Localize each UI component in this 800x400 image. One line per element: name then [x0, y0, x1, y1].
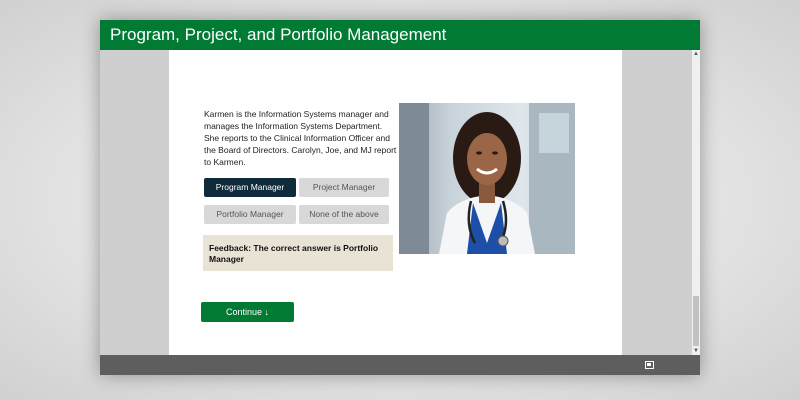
vertical-scrollbar[interactable]: ▲ ▼ — [692, 50, 700, 355]
scroll-thumb[interactable] — [693, 296, 699, 346]
option-project-manager[interactable]: Project Manager — [299, 178, 389, 197]
bottom-toolbar — [100, 355, 700, 375]
slide-panel: Karmen is the Information Systems manage… — [169, 50, 622, 355]
feedback-box: Feedback: The correct answer is Portfoli… — [203, 235, 393, 271]
option-program-manager[interactable]: Program Manager — [204, 178, 296, 197]
course-window: Program, Project, and Portfolio Manageme… — [100, 20, 700, 375]
scroll-down-icon[interactable]: ▼ — [692, 347, 700, 355]
content-area: Karmen is the Information Systems manage… — [100, 50, 692, 355]
doctor-photo — [399, 103, 575, 254]
continue-button[interactable]: Continue ↓ — [201, 302, 294, 322]
window-title: Program, Project, and Portfolio Manageme… — [100, 20, 700, 50]
option-portfolio-manager[interactable]: Portfolio Manager — [204, 205, 296, 224]
scroll-up-icon[interactable]: ▲ — [692, 50, 700, 58]
fullscreen-icon[interactable] — [645, 361, 654, 369]
question-text: Karmen is the Information Systems manage… — [204, 109, 397, 167]
option-none-of-the-above[interactable]: None of the above — [299, 205, 389, 224]
